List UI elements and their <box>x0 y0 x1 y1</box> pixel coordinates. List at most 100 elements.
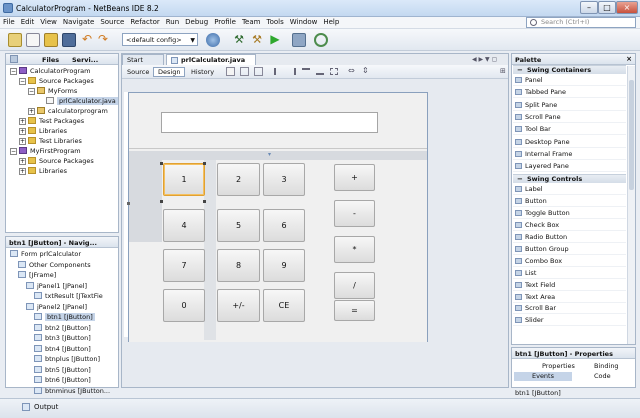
close-button[interactable]: × <box>616 1 638 14</box>
close-icon[interactable]: × <box>626 55 632 63</box>
debug-icon[interactable] <box>292 33 306 47</box>
tab-properties[interactable]: Properties <box>542 362 575 370</box>
selection-handle[interactable] <box>203 200 206 203</box>
palette-item[interactable]: Tool Bar <box>513 124 626 136</box>
expand-toggle-icon[interactable]: + <box>19 118 26 125</box>
txtresult-field[interactable] <box>161 112 378 133</box>
operator-button[interactable]: = <box>334 300 375 321</box>
output-icon[interactable] <box>22 403 30 411</box>
new-file-icon[interactable] <box>26 33 40 47</box>
tree-item[interactable]: + Source Packages <box>19 156 94 166</box>
expand-toggle-icon[interactable]: − <box>10 68 17 75</box>
tree-item[interactable]: prlCalculator.java <box>37 96 118 106</box>
align-center-icon[interactable] <box>330 68 338 75</box>
navigator-item[interactable]: btnminus [JButton... <box>34 386 110 396</box>
minimize-button[interactable]: – <box>580 1 598 14</box>
calc-button-xxx[interactable]: +/- <box>217 289 260 322</box>
resize-horizontal-icon[interactable]: ⇔ <box>348 66 355 75</box>
operator-button[interactable]: / <box>334 272 375 299</box>
tree-item[interactable]: − MyFirstProgram <box>10 146 81 156</box>
align-left-icon[interactable] <box>274 68 282 75</box>
navigator-item[interactable]: btn5 [JButton] <box>34 365 91 375</box>
navigator-item[interactable]: Other Components <box>18 260 91 270</box>
scrollbar-thumb[interactable] <box>629 80 634 190</box>
tab-code[interactable]: Code <box>594 372 611 380</box>
maximize-editor-icon[interactable]: ⊞ <box>500 67 506 75</box>
align-bottom-icon[interactable] <box>316 68 324 75</box>
selection-handle[interactable] <box>203 162 206 165</box>
tab-files[interactable]: Files <box>42 56 59 64</box>
menu-run[interactable]: Run <box>163 17 182 26</box>
tree-item[interactable]: + Test Libraries <box>19 136 82 146</box>
menu-window[interactable]: Window <box>287 17 321 26</box>
palette-item[interactable]: Panel <box>513 75 626 86</box>
expand-toggle-icon[interactable]: + <box>19 158 26 165</box>
tree-item[interactable]: + calculatorprogram <box>28 106 108 116</box>
calc-button-9[interactable]: 9 <box>263 249 305 282</box>
calc-button-4[interactable]: 4 <box>163 209 205 242</box>
palette-item[interactable]: Slider <box>513 315 626 327</box>
expand-toggle-icon[interactable]: − <box>19 78 26 85</box>
navigator-item[interactable]: jPanel1 [JPanel] <box>26 281 87 291</box>
selection-handle[interactable] <box>160 162 163 165</box>
expand-toggle-icon[interactable]: − <box>10 148 17 155</box>
palette-item[interactable]: Scroll Bar <box>513 303 626 315</box>
menu-debug[interactable]: Debug <box>182 17 211 26</box>
align-top-icon[interactable] <box>302 68 310 75</box>
menu-team[interactable]: Team <box>239 17 264 26</box>
calc-button-6[interactable]: 6 <box>263 209 305 242</box>
calc-button-5[interactable]: 5 <box>217 209 260 242</box>
palette-item[interactable]: Tabbed Pane <box>513 87 626 99</box>
profile-icon[interactable] <box>314 33 328 47</box>
palette-item[interactable]: Text Area <box>513 291 626 303</box>
palette-item[interactable]: Radio Button <box>513 232 626 243</box>
navigator-item[interactable]: btn2 [JButton] <box>34 323 91 333</box>
build-icon[interactable]: ⚒ <box>250 33 264 47</box>
globe-icon[interactable] <box>206 33 220 47</box>
calc-button-3[interactable]: 3 <box>263 163 305 196</box>
tree-item[interactable]: + Libraries <box>19 166 67 176</box>
navigator-item[interactable]: Form prlCalculator <box>10 249 81 259</box>
navigator-item[interactable]: btn4 [JButton] <box>34 344 91 354</box>
mode-source[interactable]: Source <box>124 67 152 77</box>
menu-refactor[interactable]: Refactor <box>127 17 162 26</box>
calc-button-0[interactable]: 0 <box>163 289 205 322</box>
expand-toggle-icon[interactable]: + <box>28 108 35 115</box>
connection-mode-icon[interactable] <box>240 67 249 76</box>
menu-view[interactable]: View <box>37 17 60 26</box>
expand-toggle-icon[interactable]: + <box>19 128 26 135</box>
palette-item[interactable]: Label <box>513 184 626 196</box>
tab-prlcalculator[interactable]: prlCalculator.java <box>166 54 256 65</box>
navigator-item[interactable]: btn6 [JButton] <box>34 375 91 385</box>
palette-item[interactable]: Toggle Button <box>513 208 626 220</box>
palette-item[interactable]: Split Pane <box>513 99 626 111</box>
navigator-item[interactable]: [JFrame] <box>18 270 56 280</box>
tree-item[interactable]: − MyForms <box>28 86 77 96</box>
palette-item[interactable]: Button Group <box>513 243 626 255</box>
menu-profile[interactable]: Profile <box>211 17 239 26</box>
navigator-item[interactable]: btn3 [JButton] <box>34 333 91 343</box>
palette-item[interactable]: Text Field <box>513 279 626 291</box>
tab-binding[interactable]: Binding <box>594 362 619 370</box>
palette-item[interactable]: Button <box>513 196 626 208</box>
tree-item[interactable]: − Source Packages <box>19 76 94 86</box>
operator-button[interactable]: * <box>334 236 375 263</box>
clean-build-icon[interactable]: ⚒ <box>232 33 246 47</box>
palette-section-header[interactable]: Swing Controls <box>513 174 626 184</box>
palette-section-header[interactable]: Swing Containers <box>513 65 626 75</box>
calc-button-1[interactable]: 1 <box>163 163 205 196</box>
operator-button[interactable]: + <box>334 164 375 191</box>
menu-help[interactable]: Help <box>320 17 342 26</box>
palette-item[interactable]: List <box>513 267 626 279</box>
tab-services[interactable]: Servi... <box>72 56 98 64</box>
mode-design[interactable]: Design <box>153 67 186 77</box>
navigator-item[interactable]: btnplus [JButton] <box>34 354 100 364</box>
expand-toggle-icon[interactable]: + <box>19 138 26 145</box>
redo-icon[interactable]: ↷ <box>98 33 112 47</box>
maximize-button[interactable]: □ <box>598 1 616 14</box>
menu-source[interactable]: Source <box>97 17 127 26</box>
navigator-item[interactable]: txtResult [JTextFie <box>34 291 103 301</box>
tree-item[interactable]: + Test Packages <box>19 116 84 126</box>
calc-button-8[interactable]: 8 <box>217 249 260 282</box>
output-tab[interactable]: Output <box>34 403 58 411</box>
